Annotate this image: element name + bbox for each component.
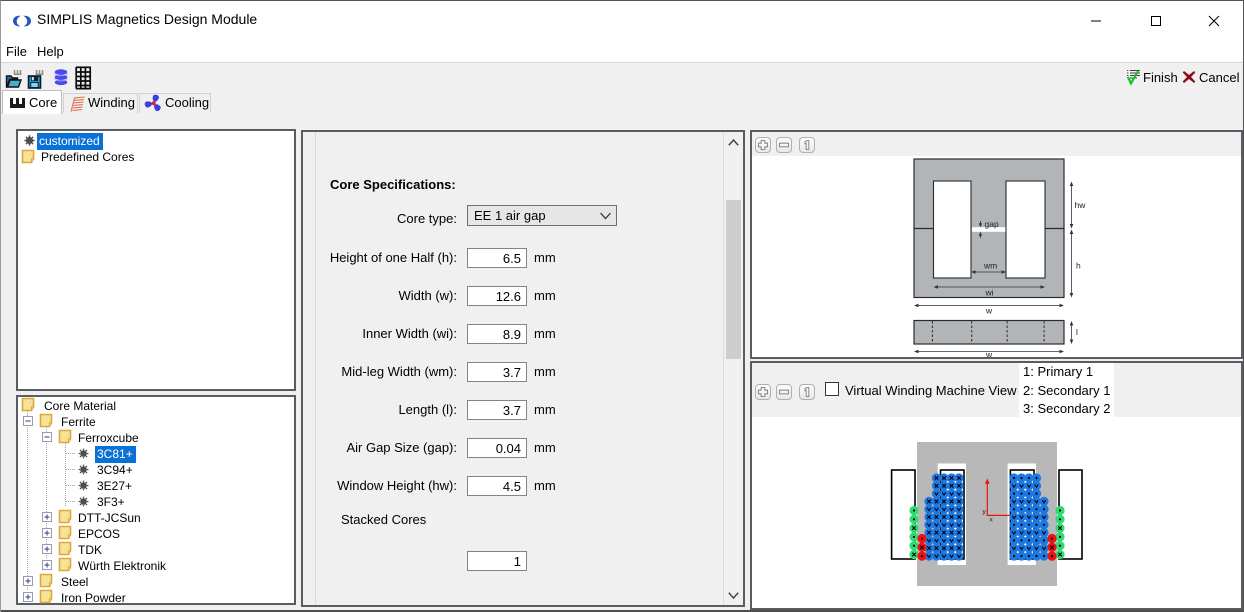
svg-text:h: h	[1076, 261, 1081, 271]
svg-text:w: w	[985, 350, 993, 358]
svg-text:wm: wm	[983, 261, 997, 271]
svg-text:gap: gap	[985, 219, 999, 229]
svg-text:l: l	[1076, 327, 1078, 337]
svg-text:hw: hw	[1075, 200, 1087, 210]
svg-text:wi: wi	[985, 288, 994, 298]
svg-text:w: w	[985, 306, 993, 316]
